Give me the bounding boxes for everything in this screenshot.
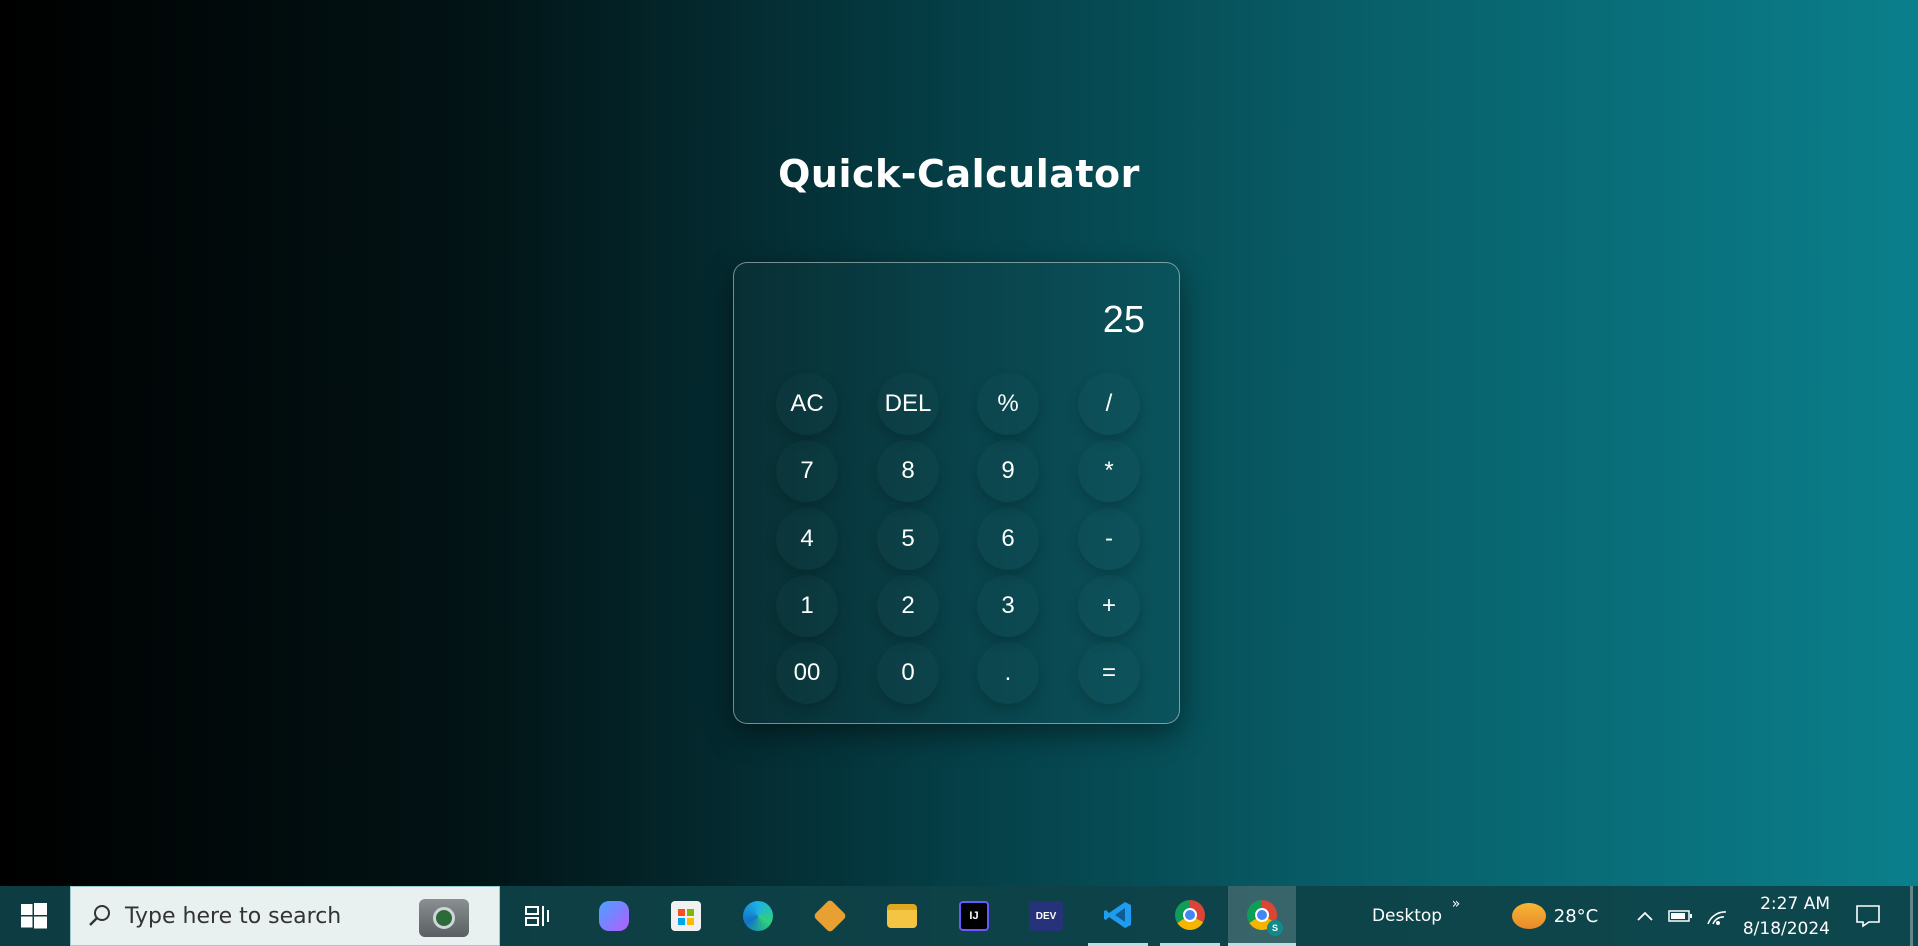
key-double-zero-button[interactable]: 00 [776,642,838,704]
taskbar-search-box[interactable]: Type here to search [70,886,500,946]
weather-icon [1511,903,1546,929]
key-subtract-button[interactable]: - [1078,508,1140,570]
calculator-card: 25 AC DEL%/7 8 9 * 4 5 6-1 2 3 +00 0. = [733,262,1180,724]
copilot-icon[interactable] [584,886,644,946]
edge-icon[interactable] [728,886,788,946]
windows-logo-icon [21,903,47,929]
show-desktop-button[interactable] [1910,886,1913,946]
taskbar: Type here to search IJ DEV S Desktop » 2… [0,886,1918,946]
wifi-icon[interactable] [1700,886,1734,946]
key-5-button[interactable]: 5 [877,508,939,570]
desktop-toolbar[interactable]: Desktop [1362,886,1452,946]
notification-icon[interactable] [1840,886,1896,946]
microsoft-store-icon[interactable] [656,886,716,946]
start-button[interactable] [0,886,68,946]
keypad: AC DEL%/7 8 9 * 4 5 6-1 2 3 +00 0. = [734,263,1179,723]
page-title: Quick-Calculator [778,152,1140,196]
key-equals-button[interactable]: = [1078,642,1140,704]
key-7-button[interactable]: 7 [776,440,838,502]
key-0-button[interactable]: 0 [877,642,939,704]
key-2-button[interactable]: 2 [877,575,939,637]
search-placeholder: Type here to search [125,903,342,929]
clock-date: 8/18/2024 [1742,919,1830,939]
key-decimal-button[interactable]: . [977,642,1039,704]
chrome-icon[interactable] [1160,886,1220,946]
key-add-button[interactable]: + [1078,575,1140,637]
chevron-double-right-icon[interactable]: » [1446,874,1466,934]
battery-icon[interactable] [1664,886,1698,946]
weather-widget[interactable]: 28°C [1500,886,1610,946]
camera-icon [419,899,469,937]
devc-icon[interactable]: DEV [1016,886,1076,946]
search-icon [89,905,110,926]
key-1-button[interactable]: 1 [776,575,838,637]
key-3-button[interactable]: 3 [977,575,1039,637]
clock-time: 2:27 AM [1760,894,1830,914]
calculator-page: Quick-Calculator 25 AC DEL%/7 8 9 * 4 5 6-1 2 3 +0… [0,0,1918,886]
file-explorer-icon[interactable] [872,886,932,946]
key-percent-button[interactable]: % [977,373,1039,435]
vscode-icon[interactable] [1088,886,1148,946]
weather-temp: 28°C [1553,905,1599,927]
chrome-profile-icon[interactable]: S [1228,886,1296,946]
key-ac-button[interactable]: AC [776,373,838,435]
key-multiply-button[interactable]: * [1078,440,1140,502]
desktop-label: Desktop [1371,906,1443,926]
key-9-button[interactable]: 9 [977,440,1039,502]
key-4-button[interactable]: 4 [776,508,838,570]
system-clock[interactable]: 2:27 AM 8/18/2024 [1743,892,1830,942]
git-icon[interactable] [800,886,860,946]
key-del-button[interactable]: DEL [877,373,939,435]
key-8-button[interactable]: 8 [877,440,939,502]
show-hidden-icons-icon[interactable] [1630,886,1660,946]
intellij-icon[interactable]: IJ [944,886,1004,946]
task-view-icon[interactable] [508,886,568,946]
key-6-button[interactable]: 6 [977,508,1039,570]
key-divide-button[interactable]: / [1078,373,1140,435]
